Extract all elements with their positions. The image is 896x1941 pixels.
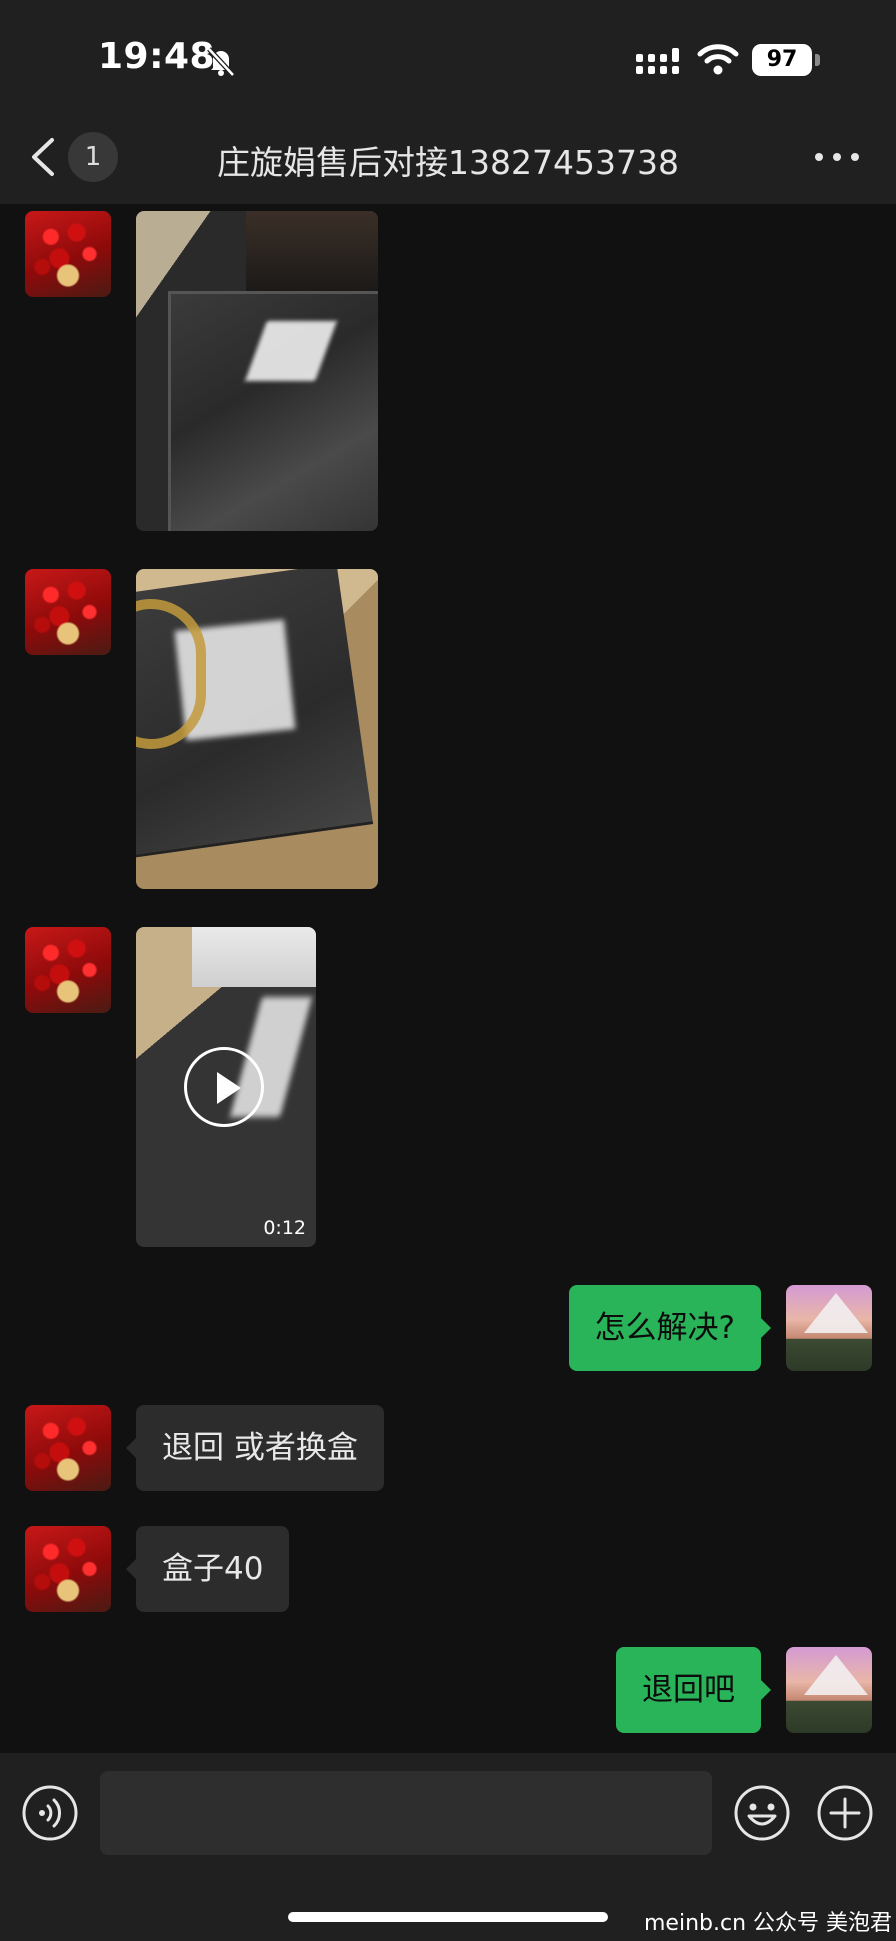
image-message[interactable] — [136, 569, 378, 889]
contact-avatar[interactable] — [25, 1405, 111, 1491]
contact-avatar[interactable] — [25, 927, 111, 1013]
battery-tip — [815, 54, 820, 66]
video-duration: 0:12 — [263, 1217, 306, 1239]
status-time: 19:48 — [98, 36, 216, 77]
my-avatar[interactable] — [786, 1285, 872, 1371]
watermark: meinb.cn 公众号 美泡君 — [644, 1911, 893, 1936]
more-icon[interactable] — [812, 146, 862, 168]
contact-avatar[interactable] — [25, 569, 111, 655]
message-input[interactable] — [100, 1771, 712, 1855]
incoming-message[interactable]: 盒子40 — [125, 1526, 290, 1612]
chevron-left-icon[interactable] — [28, 136, 58, 178]
battery-icon: 97 — [752, 44, 820, 76]
home-indicator[interactable] — [288, 1912, 608, 1922]
video-message[interactable]: 0:12 — [136, 927, 316, 1247]
chat-title: 庄旋娟售后对接13827453738 — [217, 143, 679, 182]
photo-reflection — [245, 321, 337, 381]
voice-icon[interactable] — [21, 1784, 79, 1842]
battery-level: 97 — [752, 44, 812, 76]
outgoing-message[interactable]: 怎么解决? — [568, 1285, 772, 1371]
my-avatar[interactable] — [786, 1647, 872, 1733]
signal-icon — [636, 48, 679, 74]
wifi-icon — [697, 44, 739, 75]
play-icon[interactable] — [184, 1047, 264, 1127]
outgoing-message[interactable]: 退回吧 — [616, 1647, 771, 1733]
incoming-message[interactable]: 退回 或者换盒 — [126, 1405, 384, 1491]
photo-detail — [136, 599, 206, 749]
image-message[interactable] — [136, 211, 378, 531]
bell-slash-icon — [207, 47, 235, 77]
plus-icon[interactable] — [816, 1784, 874, 1842]
emoji-icon[interactable] — [733, 1784, 791, 1842]
top-bar: 19:48 97 1 庄旋娟售后对接13827453738 — [0, 0, 896, 204]
unread-count-badge[interactable]: 1 — [68, 132, 118, 182]
contact-avatar[interactable] — [25, 211, 111, 297]
contact-avatar[interactable] — [25, 1526, 111, 1612]
